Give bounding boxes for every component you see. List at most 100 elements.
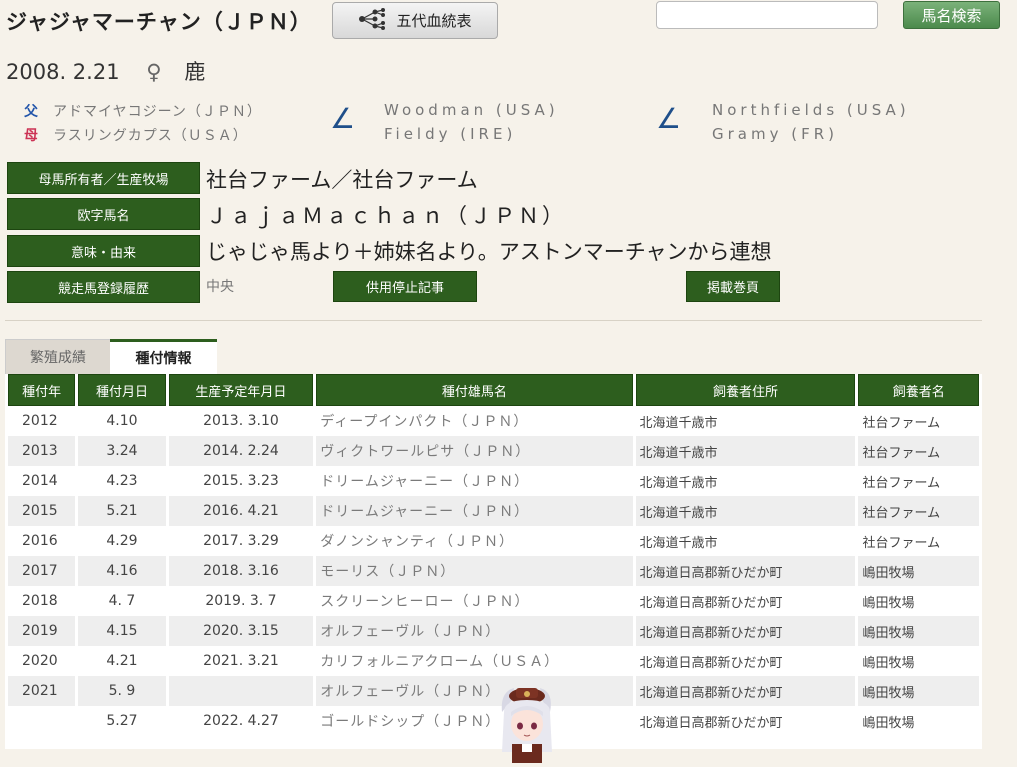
keeper-address: 北海道日高郡新ひだか町: [635, 556, 856, 586]
keeper-address: 北海道千歳市: [635, 526, 856, 556]
tab-breeding-record[interactable]: 繁殖成績: [5, 339, 111, 374]
meaning-label: 意味・由来: [7, 235, 200, 267]
roman-name-label: 欧字馬名: [7, 198, 200, 230]
mating-year: 2014: [8, 466, 76, 496]
character-avatar: [492, 682, 562, 763]
father-name[interactable]: アドマイヤコジーン（ＪＰＮ）: [53, 104, 262, 120]
keeper-name: 嶋田牧場: [858, 616, 979, 646]
keeper-name: 社台ファーム: [858, 436, 979, 466]
stallion-name[interactable]: オルフェーヴル（ＪＰＮ）: [316, 616, 633, 646]
mating-year: 2021: [8, 676, 76, 706]
table-row: 2020 4.21 2021. 3.21 カリフォルニアクローム（ＵＳＡ） 北海道日高郡…: [8, 646, 979, 676]
horse-name-search-input[interactable]: [656, 1, 878, 29]
column-header: 生産予定年月日: [168, 374, 314, 406]
keeper-name: 嶋田牧場: [858, 556, 979, 586]
table-row: 2016 4.29 2017. 3.29 ダノンシャンティ（ＪＰＮ） 北海道千歳市 社台フ…: [8, 526, 979, 556]
stallion-name[interactable]: ディープインパクト（ＪＰＮ）: [316, 406, 633, 436]
mating-year: 2012: [8, 406, 76, 436]
keeper-name: 嶋田牧場: [858, 706, 979, 736]
keeper-address: 北海道日高郡新ひだか町: [635, 676, 856, 706]
keeper-name: 嶋田牧場: [858, 676, 979, 706]
mating-year: [8, 706, 76, 736]
birth-info: 2008. 2.21 ♀ 鹿: [6, 56, 205, 86]
horse-name-search-button[interactable]: 馬名検索: [903, 1, 1000, 29]
mating-date: 5. 9: [78, 676, 166, 706]
mother-name[interactable]: ラスリングカプス（ＵＳＡ）: [53, 128, 248, 144]
expected-birth-date: [168, 676, 314, 706]
stallion-name[interactable]: カリフォルニアクローム（ＵＳＡ）: [316, 646, 633, 676]
coat-color: 鹿: [184, 60, 206, 84]
mating-year: 2015: [8, 496, 76, 526]
mating-date: 4.23: [78, 466, 166, 496]
mating-date: 5.21: [78, 496, 166, 526]
mating-year: 2016: [8, 526, 76, 556]
stallion-name[interactable]: モーリス（ＪＰＮ）: [316, 556, 633, 586]
stallion-name[interactable]: ドリームジャーニー（ＪＰＮ）: [316, 496, 633, 526]
registration-label: 競走馬登録履歴: [7, 271, 200, 303]
mothers-dam[interactable]: Gramy (FR): [712, 125, 838, 143]
father-symbol: 父: [24, 104, 39, 120]
pedigree-angle-icon: ∠: [656, 102, 682, 135]
keeper-name: 嶋田牧場: [858, 646, 979, 676]
mating-date: 4.16: [78, 556, 166, 586]
fathers-dam[interactable]: Fieldy (IRE): [384, 125, 516, 143]
keeper-name: 社台ファーム: [858, 496, 979, 526]
owner-value: 社台ファーム／社台ファーム: [206, 168, 478, 192]
table-header-row: 種付年 種付月日 生産予定年月日 種付雄馬名 飼養者住所 飼養者名: [8, 374, 979, 406]
share-tree-icon: [358, 7, 386, 34]
mating-year: 2018: [8, 586, 76, 616]
table-row: 2012 4.10 2013. 3.10 ディープインパクト（ＪＰＮ） 北海道千歳市 社台…: [8, 406, 979, 436]
female-sex-icon: ♀: [146, 60, 162, 84]
section-divider: [5, 320, 982, 321]
mothers-sire[interactable]: Northfields (USA): [712, 101, 910, 119]
father-row: 父アドマイヤコジーン（ＪＰＮ）: [24, 101, 262, 121]
keeper-address: 北海道日高郡新ひだか町: [635, 586, 856, 616]
keeper-address: 北海道千歳市: [635, 466, 856, 496]
expected-birth-date: 2021. 3.21: [168, 646, 314, 676]
keeper-address: 北海道日高郡新ひだか町: [635, 706, 856, 736]
expected-birth-date: 2022. 4.27: [168, 706, 314, 736]
retirement-article-button[interactable]: 供用停止記事: [333, 271, 477, 302]
stallion-name[interactable]: ドリームジャーニー（ＪＰＮ）: [316, 466, 633, 496]
fathers-sire[interactable]: Woodman (USA): [384, 101, 559, 119]
expected-birth-date: 2014. 2.24: [168, 436, 314, 466]
column-header: 飼養者住所: [635, 374, 856, 406]
horse-name-title: ジャジャマーチャン（ＪＰＮ）: [6, 10, 312, 34]
stallion-name[interactable]: ダノンシャンティ（ＪＰＮ）: [316, 526, 633, 556]
mating-date: 4.10: [78, 406, 166, 436]
owner-label: 母馬所有者／生産牧場: [7, 162, 200, 194]
tab-mating-info[interactable]: 種付情報: [110, 339, 217, 374]
five-generation-pedigree-button[interactable]: 五代血統表: [332, 2, 498, 39]
column-header: 種付雄馬名: [316, 374, 633, 406]
expected-birth-date: 2017. 3.29: [168, 526, 314, 556]
mating-year: 2019: [8, 616, 76, 646]
stallion-name[interactable]: ゴールドシップ（ＪＰＮ）: [316, 706, 633, 736]
mating-date: 4.15: [78, 616, 166, 646]
mating-year: 2013: [8, 436, 76, 466]
keeper-name: 社台ファーム: [858, 406, 979, 436]
expected-birth-date: 2015. 3.23: [168, 466, 314, 496]
stallion-name[interactable]: スクリーンヒーロー（ＪＰＮ）: [316, 586, 633, 616]
publication-volume-button[interactable]: 掲載巻頁: [686, 271, 780, 302]
registration-value: 中央: [206, 279, 234, 295]
expected-birth-date: 2020. 3.15: [168, 616, 314, 646]
table-row: 2019 4.15 2020. 3.15 オルフェーヴル（ＪＰＮ） 北海道日高郡新ひだか…: [8, 616, 979, 646]
mating-date: 4. 7: [78, 586, 166, 616]
table-row: 2018 4. 7 2019. 3. 7 スクリーンヒーロー（ＪＰＮ） 北海道日高郡新ひ…: [8, 586, 979, 616]
keeper-address: 北海道日高郡新ひだか町: [635, 646, 856, 676]
stallion-name[interactable]: ヴィクトワールピサ（ＪＰＮ）: [316, 436, 633, 466]
pedigree-button-label: 五代血統表: [396, 12, 472, 30]
keeper-address: 北海道千歳市: [635, 436, 856, 466]
stallion-name[interactable]: オルフェーヴル（ＪＰＮ）: [316, 676, 633, 706]
keeper-address: 北海道日高郡新ひだか町: [635, 616, 856, 646]
mating-date: 4.21: [78, 646, 166, 676]
keeper-name: 嶋田牧場: [858, 586, 979, 616]
expected-birth-date: 2016. 4.21: [168, 496, 314, 526]
expected-birth-date: 2019. 3. 7: [168, 586, 314, 616]
mating-date: 5.27: [78, 706, 166, 736]
birth-date: 2008. 2.21: [6, 60, 120, 84]
mother-row: 母ラスリングカプス（ＵＳＡ）: [24, 125, 248, 145]
mating-date: 3.24: [78, 436, 166, 466]
table-row: 2015 5.21 2016. 4.21 ドリームジャーニー（ＪＰＮ） 北海道千歳市 社台…: [8, 496, 979, 526]
expected-birth-date: 2018. 3.16: [168, 556, 314, 586]
